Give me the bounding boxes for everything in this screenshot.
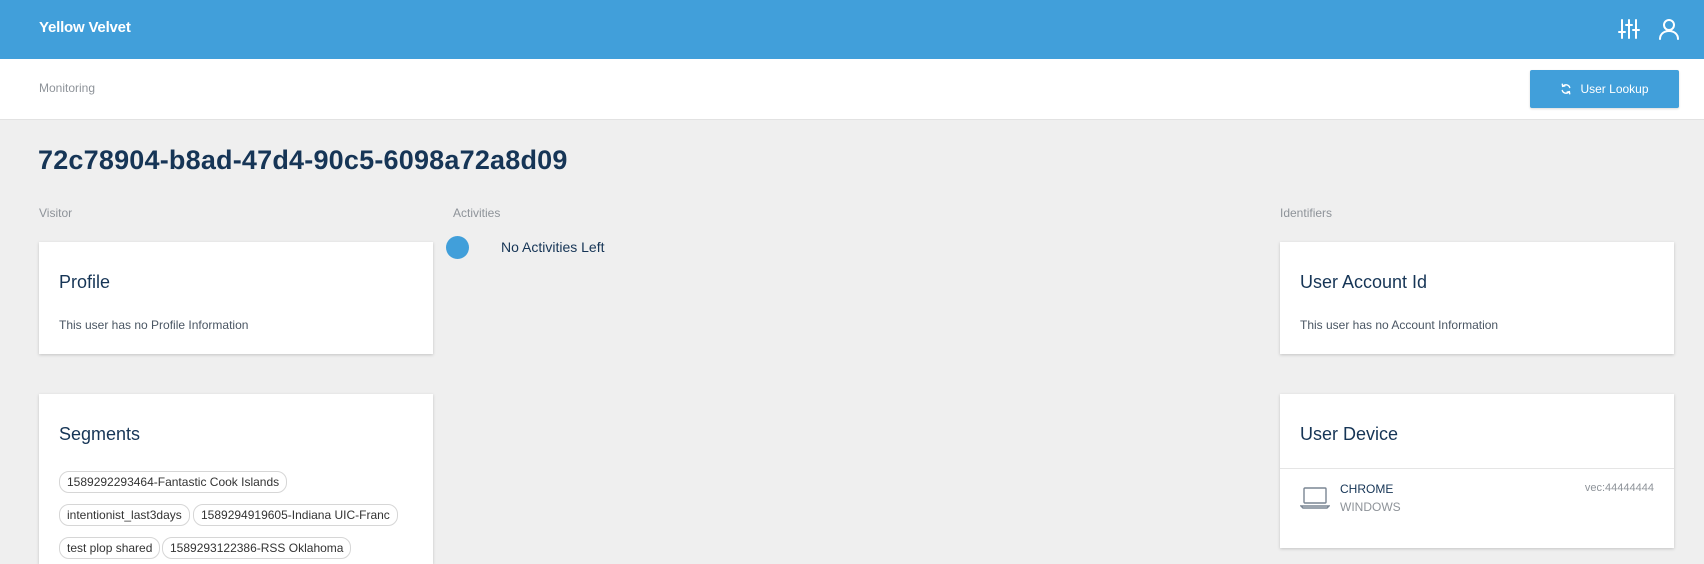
laptop-icon [1299, 486, 1331, 510]
device-browser: CHROME [1340, 482, 1394, 496]
profile-title: Profile [59, 272, 111, 292]
segments-title: Segments [59, 424, 141, 444]
sub-header: Monitoring User Lookup [0, 59, 1704, 120]
user-account-text: This user has no Account Information [1300, 318, 1499, 332]
profile-card: Profile This user has no Profile Informa… [39, 242, 433, 354]
sliders-icon[interactable] [1617, 17, 1641, 41]
visitor-label: Visitor [39, 206, 73, 220]
segment-chip[interactable]: 1589292293464-Fantastic Cook Islands [59, 471, 288, 493]
user-account-title: User Account Id [1300, 272, 1428, 292]
identifiers-label: Identifiers [1280, 206, 1333, 220]
page-title: 72c78904-b8ad-47d4-90c5-6098a72a8d09 [38, 145, 568, 175]
refresh-icon [1562, 83, 1571, 95]
segment-chip[interactable]: intentionist_last3days [59, 504, 190, 526]
brand-name[interactable]: Yellow Velvet [39, 19, 131, 36]
divider [1280, 468, 1674, 469]
activity-status-dot [446, 236, 469, 259]
device-vec: vec:44444444 [1584, 482, 1654, 494]
activities-label: Activities [453, 206, 501, 220]
user-lookup-label: User Lookup [1580, 82, 1649, 96]
user-device-card: User Device CHROME WINDOWS vec:44444444 [1280, 394, 1674, 548]
segment-chip[interactable]: 1589294919605-Indiana UIC-Franc [193, 504, 398, 526]
user-icon[interactable] [1657, 17, 1681, 41]
top-bar: Yellow Velvet [0, 0, 1704, 59]
device-os: WINDOWS [1340, 500, 1401, 514]
segments-card: Segments 1589292293464-Fantastic Cook Is… [39, 394, 433, 564]
user-device-title: User Device [1300, 424, 1399, 444]
user-account-card: User Account Id This user has no Account… [1280, 242, 1674, 354]
profile-text: This user has no Profile Information [59, 318, 249, 332]
breadcrumb[interactable]: Monitoring [39, 81, 95, 95]
user-lookup-button[interactable]: User Lookup [1530, 70, 1679, 108]
activity-status-text: No Activities Left [501, 239, 605, 255]
